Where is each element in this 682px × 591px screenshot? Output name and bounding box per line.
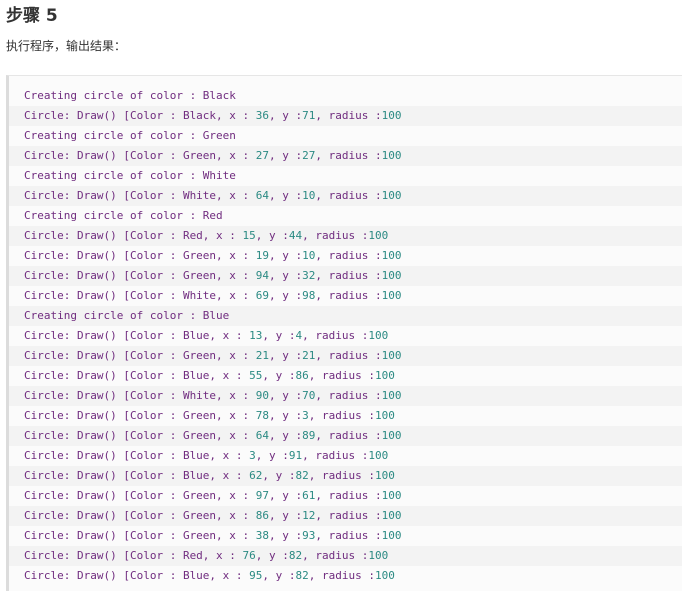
output-code-block: Creating circle of color : Black Circle: … [6, 75, 682, 591]
output-line: Circle: Draw() [Color : Blue, x : 3, y :… [9, 446, 682, 466]
output-line: Circle: Draw() [Color : Black, x : 36, y… [9, 106, 682, 126]
output-line: Circle: Draw() [Color : Green, x : 38, y… [9, 526, 682, 546]
output-line: Circle: Draw() [Color : Green, x : 97, y… [9, 486, 682, 506]
output-line: Circle: Draw() [Color : Red, x : 15, y :… [9, 226, 682, 246]
output-line: Circle: Draw() [Color : Green, x : 19, y… [9, 246, 682, 266]
output-line: Circle: Draw() [Color : Green, x : 94, y… [9, 266, 682, 286]
output-line: Circle: Draw() [Color : Blue, x : 13, y … [9, 326, 682, 346]
output-lines: Creating circle of color : Black Circle: … [9, 86, 682, 586]
output-line: Circle: Draw() [Color : Red, x : 76, y :… [9, 546, 682, 566]
output-line: Circle: Draw() [Color : White, x : 69, y… [9, 286, 682, 306]
output-line: Circle: Draw() [Color : White, x : 90, y… [9, 386, 682, 406]
output-line: Circle: Draw() [Color : Green, x : 64, y… [9, 426, 682, 446]
output-line: Creating circle of color : Red [9, 206, 682, 226]
output-line: Creating circle of color : Black [9, 86, 682, 106]
output-line: Circle: Draw() [Color : Green, x : 78, y… [9, 406, 682, 426]
output-line: Circle: Draw() [Color : Blue, x : 95, y … [9, 566, 682, 586]
output-line: Circle: Draw() [Color : Blue, x : 62, y … [9, 466, 682, 486]
output-line: Circle: Draw() [Color : White, x : 64, y… [9, 186, 682, 206]
output-line: Circle: Draw() [Color : Green, x : 86, y… [9, 506, 682, 526]
output-line: Creating circle of color : Green [9, 126, 682, 146]
output-line: Circle: Draw() [Color : Green, x : 27, y… [9, 146, 682, 166]
step-title: 步骤 5 [6, 6, 58, 26]
output-line: Creating circle of color : Blue [9, 306, 682, 326]
output-line: Creating circle of color : White [9, 166, 682, 186]
output-line: Circle: Draw() [Color : Green, x : 21, y… [9, 346, 682, 366]
output-line: Circle: Draw() [Color : Blue, x : 55, y … [9, 366, 682, 386]
intro-text: 执行程序，输出结果： [6, 39, 127, 53]
